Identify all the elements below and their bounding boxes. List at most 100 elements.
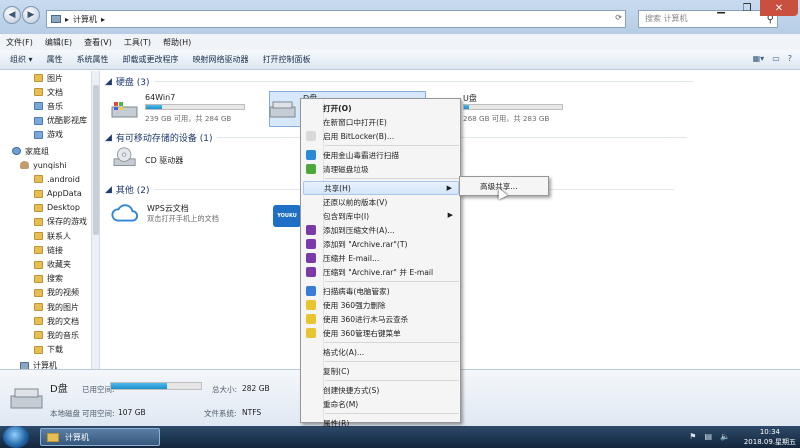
context-menu-item[interactable]: 重命名(M) [303, 397, 459, 411]
youku-icon[interactable]: YOUKU [273, 205, 303, 229]
clock[interactable]: 10:34 2018.09.星期五 [744, 427, 796, 447]
breadcrumb-arrow[interactable]: ▸ [101, 15, 105, 24]
close-icon[interactable]: ✕ [760, 0, 798, 16]
maximize-icon[interactable]: ❐ [734, 0, 760, 16]
sidebar-item-label: 链接 [47, 245, 63, 255]
sidebar-item[interactable]: 音乐 [0, 99, 91, 113]
context-menu-item[interactable]: 在新窗口中打开(E) [303, 115, 459, 129]
q360-icon [306, 314, 316, 324]
sidebar-item[interactable]: 下载 [0, 343, 91, 357]
address-bar[interactable]: ▸ 计算机 ▸ ⟳ [46, 10, 626, 28]
submenu-arrow-icon: ▶ [447, 211, 453, 219]
sidebar-item[interactable]: 保存的游戏 [0, 215, 91, 229]
breadcrumb[interactable]: 计算机 [73, 14, 97, 25]
sidebar-scrollbar[interactable] [92, 71, 100, 369]
system-tray: ⚑ ▤ 🔈 [689, 432, 730, 441]
sidebar-item[interactable]: 计算机 [0, 359, 91, 369]
menu-help[interactable]: 帮助(H) [163, 37, 191, 48]
context-menu-item[interactable]: 使用 360进行木马云查杀 [303, 312, 459, 326]
menu-file[interactable]: 文件(F) [6, 37, 33, 48]
context-menu-item[interactable]: 添加到 "Archive.rar"(T) [303, 237, 459, 251]
sidebar-item[interactable]: 文档 [0, 85, 91, 99]
sidebar-item[interactable]: 联系人 [0, 229, 91, 243]
drive-name: CD 驱动器 [145, 156, 184, 165]
context-menu-label: 属性(R) [323, 418, 350, 428]
sidebar-item[interactable]: 优酷影视库 [0, 114, 91, 128]
back-icon[interactable]: ◀ [3, 6, 21, 24]
collapse-icon[interactable]: ◢ [105, 185, 112, 195]
view-options-icon[interactable]: ▦▾ [753, 54, 765, 63]
context-menu-item[interactable]: 启用 BitLocker(B)... [303, 129, 459, 143]
sidebar-item[interactable]: AppData [0, 187, 91, 201]
forward-icon[interactable]: ▶ [22, 6, 40, 24]
context-menu-item[interactable]: 压缩并 E-mail... [303, 251, 459, 265]
context-menu-item[interactable]: 复制(C) [303, 364, 459, 378]
map-drive-button[interactable]: 映射网络驱动器 [193, 54, 249, 65]
context-menu-item[interactable]: 格式化(A)... [303, 345, 459, 359]
folder-icon [34, 74, 43, 83]
context-menu-item[interactable]: 包含到库中(I) ▶ [303, 209, 459, 223]
context-menu-item[interactable]: 共享(H) ▶ [303, 181, 459, 195]
sidebar-item[interactable]: .android [0, 172, 91, 186]
flag-icon[interactable]: ⚑ [689, 432, 696, 441]
sidebar-item[interactable]: yunqishi [0, 158, 91, 172]
menu-separator [325, 281, 459, 282]
sidebar-item[interactable]: Desktop [0, 201, 91, 215]
organize-button[interactable]: 组织 ▾ [10, 54, 33, 65]
navigation-pane: 图片 文档 音乐 优酷影视库 游戏家庭组 yunqishi .android AppData D… [0, 71, 92, 369]
network-icon[interactable]: ▤ [704, 432, 712, 441]
breadcrumb-root-arrow[interactable]: ▸ [65, 15, 69, 24]
help-icon[interactable]: ? [788, 54, 792, 63]
sidebar-item[interactable]: 搜索 [0, 272, 91, 286]
sidebar-item[interactable]: 链接 [0, 243, 91, 257]
sidebar-item[interactable]: 我的视频 [0, 286, 91, 300]
drive-info: 双击打开手机上的文档 [147, 214, 219, 223]
context-menu-item[interactable]: 使用 360强力删除 [303, 298, 459, 312]
taskbar-explorer-button[interactable]: 计算机 [40, 428, 160, 446]
computer-icon [51, 15, 61, 23]
drive-c[interactable]: 64Win7 239 GB 可用，共 284 GB [111, 93, 261, 129]
folder-icon [34, 303, 43, 312]
collapse-icon[interactable]: ◢ [105, 77, 112, 87]
context-menu-item[interactable]: 使用金山毒霸进行扫描 [303, 148, 459, 162]
uninstall-button[interactable]: 卸载或更改程序 [123, 54, 179, 65]
context-menu-item[interactable]: 扫描病毒(电脑管家) [303, 284, 459, 298]
sidebar-item[interactable]: 我的图片 [0, 300, 91, 314]
context-menu-item[interactable]: 打开(O) [303, 101, 459, 115]
start-button[interactable] [3, 426, 29, 448]
sidebar-item[interactable]: 游戏 [0, 128, 91, 142]
folder-icon [34, 288, 43, 297]
minimize-icon[interactable]: ▁ [708, 0, 734, 16]
context-menu-item[interactable]: 添加到压缩文件(A)... [303, 223, 459, 237]
drive-cd[interactable]: CD 驱动器 [111, 147, 261, 177]
folder-icon [34, 260, 43, 269]
context-menu-label: 扫描病毒(电脑管家) [323, 286, 390, 296]
menu-edit[interactable]: 编辑(E) [45, 37, 72, 48]
sidebar-item[interactable]: 我的音乐 [0, 328, 91, 342]
control-panel-button[interactable]: 打开控制面板 [263, 54, 311, 65]
preview-pane-icon[interactable]: ▭ [772, 54, 780, 63]
sidebar-item[interactable]: 图片 [0, 71, 91, 85]
context-menu-item[interactable]: 使用 360管理右键菜单 [303, 326, 459, 340]
cloud-icon [111, 204, 138, 222]
context-menu-item[interactable]: 创建快捷方式(S) [303, 383, 459, 397]
context-menu-item[interactable]: 清理磁盘垃圾 [303, 162, 459, 176]
volume-icon[interactable]: 🔈 [720, 432, 730, 441]
context-menu-item[interactable]: 还原以前的版本(V) [303, 195, 459, 209]
refresh-icon[interactable]: ⟳ [615, 13, 622, 22]
properties-button[interactable]: 属性 [47, 54, 63, 65]
sidebar-item[interactable]: 收藏夹 [0, 257, 91, 271]
context-menu: 打开(O) 在新窗口中打开(E) 启用 BitLocker(B)... 使用金山毒霸进… [300, 98, 461, 428]
sidebar-item[interactable]: 家庭组 [0, 144, 91, 158]
group-removable-label: 有可移动存储的设备 (1) [115, 134, 213, 144]
menu-view[interactable]: 查看(V) [84, 37, 112, 48]
menu-separator [325, 342, 459, 343]
menu-tools[interactable]: 工具(T) [124, 37, 151, 48]
wps-cloud[interactable]: WPS云文档 双击打开手机上的文档 [111, 199, 261, 229]
system-properties-button[interactable]: 系统属性 [77, 54, 109, 65]
sidebar-item[interactable]: 我的文档 [0, 314, 91, 328]
group-header-hdd[interactable]: ◢ 硬盘 (3) [105, 75, 694, 88]
collapse-icon[interactable]: ◢ [105, 133, 112, 143]
context-menu-item[interactable]: 属性(R) [303, 416, 459, 430]
context-menu-item[interactable]: 压缩到 "Archive.rar" 并 E-mail [303, 265, 459, 279]
